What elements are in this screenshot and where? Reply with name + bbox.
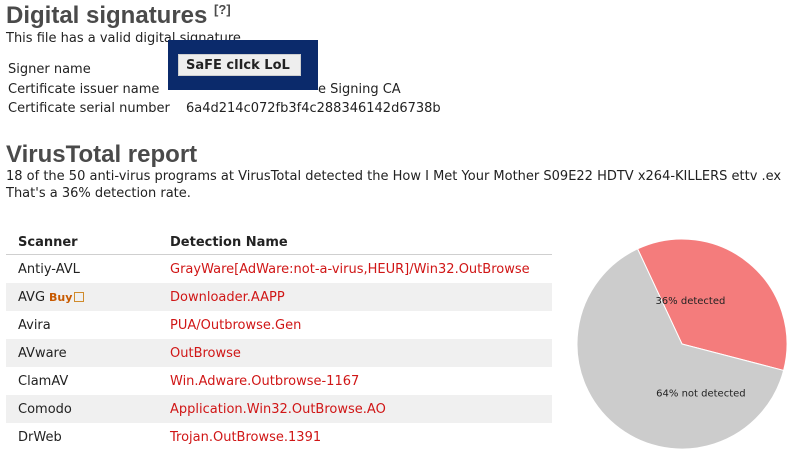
table-row: DrWeb Trojan.OutBrowse.1391: [6, 423, 552, 451]
digital-signatures-heading: Digital signatures: [6, 2, 208, 29]
table-row: Antiy-AVL GrayWare[AdWare:not-a-virus,HE…: [6, 255, 552, 284]
table-row: Avira PUA/Outbrowse.Gen: [6, 311, 552, 339]
signer-name-label: Signer name: [8, 62, 91, 77]
detection-name: PUA/Outbrowse.Gen: [170, 317, 302, 333]
section-title-digital-signatures: Digital signatures [?]: [6, 2, 231, 30]
detection-pie-chart: 36% detected 64% not detected: [576, 238, 788, 450]
scanner-name: Avira: [18, 317, 51, 333]
table-row: AVware OutBrowse: [6, 339, 552, 367]
scanner-name: Comodo: [6, 395, 158, 423]
pie-label-not-detected: 64% not detected: [656, 389, 745, 400]
scanner-name: DrWeb: [18, 429, 62, 445]
vt-summary-line: 18 of the 50 anti-virus programs at Viru…: [6, 169, 782, 184]
issuer-name-value: e Signing CA: [318, 82, 401, 97]
virustotal-heading: VirusTotal report: [6, 141, 198, 168]
scanner-cell: AVG Buy: [6, 283, 158, 311]
scanner-name: Antiy-AVL: [18, 261, 80, 277]
buy-link[interactable]: Buy: [49, 291, 72, 304]
detection-name: Win.Adware.Outbrowse-1167: [170, 373, 360, 389]
scanner-name: ClamAV: [18, 373, 69, 389]
overlay-text: SaFE clIck LoL: [178, 54, 301, 76]
vt-detection-rate: That's a 36% detection rate.: [6, 186, 191, 201]
col-detection-header: Detection Name: [158, 230, 552, 255]
table-row: AVG Buy Downloader.AAPP: [6, 283, 552, 311]
col-scanner-header: Scanner: [6, 230, 158, 255]
external-link-icon[interactable]: [74, 291, 85, 302]
scanner-name: AVG: [18, 289, 46, 305]
table-row: Comodo Application.Win32.OutBrowse.AO: [6, 395, 552, 423]
issuer-name-label: Certificate issuer name: [8, 82, 160, 97]
serial-number-label: Certificate serial number: [8, 101, 170, 116]
scanner-table: Scanner Detection Name Antiy-AVL GrayWar…: [6, 230, 552, 451]
pie-label-detected: 36% detected: [655, 296, 725, 307]
detection-name: Application.Win32.OutBrowse.AO: [158, 395, 552, 423]
table-header-row: Scanner Detection Name: [6, 230, 552, 255]
table-row: ClamAV Win.Adware.Outbrowse-1167: [6, 367, 552, 395]
serial-number-value: 6a4d214c072fb3f4c288346142d6738b: [186, 101, 441, 116]
detection-name: Downloader.AAPP: [158, 283, 552, 311]
detection-name: GrayWare[AdWare:not-a-virus,HEUR]/Win32.…: [170, 261, 530, 277]
detection-name: OutBrowse: [158, 339, 552, 367]
scanner-name: AVware: [6, 339, 158, 367]
overlay-box: SaFE clIck LoL: [168, 40, 318, 90]
help-link[interactable]: [?]: [214, 2, 231, 17]
detection-name: Trojan.OutBrowse.1391: [170, 429, 322, 445]
